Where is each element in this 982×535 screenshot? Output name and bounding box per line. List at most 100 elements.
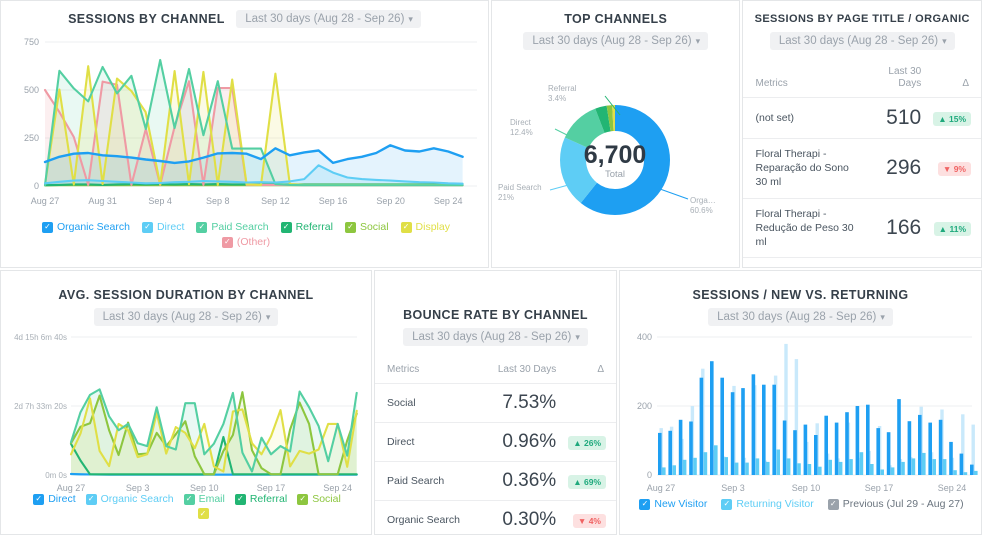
table-row[interactable]: Organic Search 0.30% ▼ 4% (375, 500, 616, 534)
legend-label: Social (359, 221, 389, 233)
legend-item-social[interactable]: ✓ Social (297, 493, 341, 505)
checkbox-icon[interactable]: ✓ (344, 221, 356, 233)
y-axis-labels: 400 200 0 (637, 332, 652, 480)
checkbox-icon[interactable]: ✓ (221, 236, 233, 248)
legend-item-direct[interactable]: ✓ Direct (141, 221, 185, 233)
checkbox-icon[interactable]: ✓ (42, 221, 53, 233)
date-range-selector[interactable]: Last 30 days (Aug 28 - Sep 26) ▾ (236, 10, 421, 28)
status-badge: ▲ 26% (568, 436, 606, 450)
column-header-delta[interactable]: Δ (562, 360, 616, 384)
chevron-down-icon: ▾ (942, 36, 947, 46)
date-range-label: Last 30 days (Aug 28 - Sep 26) (532, 35, 692, 47)
checkbox-icon[interactable]: ✓ (280, 221, 292, 233)
svg-text:Sep 3: Sep 3 (126, 483, 150, 493)
checkbox-icon[interactable]: ✓ (33, 493, 45, 505)
table-row[interactable]: Floral Therapi - Redução de Peso 30 ml 1… (743, 197, 981, 258)
row-value: 0.36% (482, 461, 563, 501)
legend-item-organic-search[interactable]: ✓ Organic Search (42, 221, 130, 233)
legend-item-unnamed[interactable]: ✓ (9, 508, 365, 519)
date-range-selector[interactable]: Last 30 days (Aug 28 - Sep 26) ▾ (403, 328, 588, 346)
chart-legend: ✓ Direct ✓ Organic Search ✓ Email ✓ Referral… (1, 493, 371, 519)
checkbox-icon[interactable]: ✓ (196, 221, 208, 233)
series-areas (45, 60, 463, 186)
column-header-value[interactable]: Last 30 Days (869, 62, 927, 98)
legend-item-direct[interactable]: ✓ Direct (33, 493, 76, 505)
svg-text:200: 200 (637, 401, 652, 411)
row-delta: ▲ 15% (927, 97, 981, 139)
date-range-selector[interactable]: Last 30 days (Aug 28 - Sep 26) ▾ (93, 308, 279, 326)
legend-item-previous[interactable]: ✓ Previous (Jul 29 - Aug 27) (827, 498, 964, 510)
row-label: Paid Search (375, 461, 483, 501)
column-header-delta[interactable]: Δ (927, 62, 981, 98)
checkbox-icon[interactable]: ✓ (400, 221, 412, 233)
legend-label: Previous (Jul 29 - Aug 27) (842, 498, 964, 510)
legend-item-paid-search[interactable]: ✓ Paid Search (196, 221, 269, 233)
date-range-selector[interactable]: Last 30 days (Aug 28 - Sep 26) ▾ (769, 32, 955, 50)
legend-item-referral[interactable]: ✓ Referral (234, 493, 288, 505)
row-delta: ▼ 4% (562, 500, 616, 534)
checkbox-icon[interactable]: ✓ (297, 493, 309, 505)
page-title: SESSIONS / NEW VS. RETURNING (692, 287, 909, 302)
table-row[interactable]: Floral Therapy Redução de Peso, Sono e A… (743, 257, 981, 267)
column-header-metrics[interactable]: Metrics (743, 62, 869, 98)
legend-item-display[interactable]: ✓ Display (400, 221, 450, 233)
legend-label: Display (415, 221, 450, 233)
svg-text:Sep 12: Sep 12 (261, 196, 290, 206)
legend-label: Organic Search (57, 221, 130, 233)
checkbox-icon[interactable]: ✓ (721, 498, 733, 510)
panel-new-vs-returning: SESSIONS / NEW VS. RETURNING Last 30 day… (619, 270, 982, 535)
row-value: 0.96% (482, 422, 563, 462)
row-value: 89 (869, 257, 928, 267)
checkbox-icon[interactable]: ✓ (827, 498, 839, 510)
panel-bounce-rate: BOUNCE RATE BY CHANNEL Last 30 days (Aug… (374, 270, 617, 535)
y-axis-labels: 750 500 250 0 (24, 37, 39, 191)
svg-text:Sep 16: Sep 16 (319, 196, 348, 206)
date-range-selector[interactable]: Last 30 days (Aug 28 - Sep 26) ▾ (523, 32, 709, 50)
row-value: 296 (869, 138, 928, 199)
checkbox-icon[interactable]: ✓ (234, 493, 246, 505)
legend-item-other[interactable]: ✓ (Other) (9, 236, 483, 248)
checkbox-icon[interactable]: ✓ (183, 493, 195, 505)
panel-header: SESSIONS / NEW VS. RETURNING Last 30 day… (620, 271, 981, 326)
panel-header: BOUNCE RATE BY CHANNEL Last 30 days (Aug… (375, 271, 616, 346)
checkbox-icon[interactable]: ✓ (141, 221, 153, 233)
legend-label: Referral (249, 493, 288, 505)
svg-text:Sep 24: Sep 24 (938, 483, 967, 493)
row-label: Social (375, 383, 483, 423)
chart-legend: ✓ Organic Search ✓ Direct ✓ Paid Search ✓ Re… (1, 221, 488, 248)
legend-label: Direct (48, 493, 76, 505)
dashboard-row-bottom: AVG. SESSION DURATION BY CHANNEL Last 30… (0, 270, 982, 535)
row-label: Floral Therapi - Redução de Peso 30 ml (743, 197, 870, 258)
metrics-table: Metrics Last 30 Days Δ Social 7.53% Dire… (375, 360, 616, 534)
table-row[interactable]: Paid Search 0.36% ▲ 69% (375, 461, 616, 501)
column-header-metrics[interactable]: Metrics (375, 360, 482, 384)
date-range-selector[interactable]: Last 30 days (Aug 28 - Sep 26) ▾ (708, 308, 893, 326)
svg-text:Aug 27: Aug 27 (647, 483, 676, 493)
legend-item-new-visitor[interactable]: ✓ New Visitor (639, 498, 707, 510)
legend-label: Referral (295, 221, 333, 233)
svg-text:Paid Search: Paid Search (498, 183, 542, 192)
legend-label: Direct (156, 221, 185, 233)
legend-item-email[interactable]: ✓ Email (183, 493, 225, 505)
table-row[interactable]: (not set) 510 ▲ 15% (743, 97, 981, 139)
column-header-value[interactable]: Last 30 Days (482, 360, 562, 384)
panel-top-channels: TOP CHANNELS Last 30 days (Aug 28 - Sep … (491, 0, 741, 268)
x-axis-labels: Aug 27 Aug 31 Sep 4 Sep 8 Sep 12 Sep 16 … (31, 196, 463, 206)
date-range-label: Last 30 days (Aug 28 - Sep 26) (245, 13, 405, 25)
legend-item-social[interactable]: ✓ Social (344, 221, 389, 233)
checkbox-icon[interactable]: ✓ (85, 493, 97, 505)
legend-item-organic-search[interactable]: ✓ Organic Search (85, 493, 174, 505)
legend-item-referral[interactable]: ✓ Referral (280, 221, 333, 233)
table-row[interactable]: Direct 0.96% ▲ 26% (375, 422, 616, 462)
table-row[interactable]: Social 7.53% (375, 383, 616, 423)
svg-text:Sep 8: Sep 8 (206, 196, 230, 206)
checkbox-icon[interactable]: ✓ (639, 498, 651, 510)
row-delta: ▲ 69% (562, 461, 616, 501)
svg-text:2d 7h 33m 20s: 2d 7h 33m 20s (14, 402, 67, 411)
checkbox-icon[interactable]: ✓ (197, 508, 209, 519)
svg-text:60.6%: 60.6% (690, 206, 713, 215)
row-label: (not set) (743, 97, 870, 139)
legend-item-returning-visitor[interactable]: ✓ Returning Visitor (721, 498, 814, 510)
svg-text:Sep 10: Sep 10 (190, 483, 219, 493)
table-row[interactable]: Floral Therapi - Reparação do Sono 30 ml… (743, 138, 981, 199)
